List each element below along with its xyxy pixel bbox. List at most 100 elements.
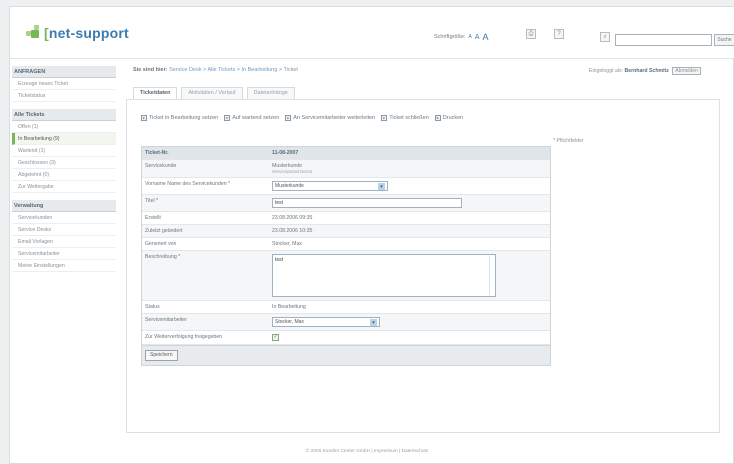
form-row: Titel * test (142, 195, 550, 212)
form-row: Zuletzt geändert 23.08.2006 10:35 (142, 225, 550, 238)
form-row: Servicemitarbeiter Stocker, Max ▼ (142, 314, 550, 331)
form-header-row: Ticket-Nr. 11-08-2007 (142, 147, 550, 160)
edit-icon: ▸ (141, 115, 147, 121)
chevron-down-icon: ▼ (370, 318, 377, 326)
title-label: Titel * (145, 198, 159, 204)
set-waiting-action[interactable]: ▸ Auf wartend setzen (224, 115, 279, 121)
form-row: Servicekunde Musterkunde Serviceportal D… (142, 160, 550, 178)
ticket-actions: ▸ Ticket in Bearbeitung setzen ▸ Auf war… (141, 115, 463, 121)
status-label: Status (145, 304, 160, 310)
tab-ticket-data[interactable]: Ticketdaten (133, 87, 178, 99)
description-label: Beschreibung * (145, 254, 181, 260)
sidebar-item-forward[interactable]: Zur Weitergabe (12, 181, 116, 193)
sidebar-group-all-tickets: Alle Tickets Offen (1) In Bearbeitung (9… (12, 109, 116, 193)
form-row: Status In Bearbeitung (142, 301, 550, 314)
sidebar-item-ticket-status[interactable]: Ticketstatus (12, 90, 116, 102)
sidebar-item-in-progress[interactable]: In Bearbeitung (9) (12, 133, 116, 145)
sidebar-heading: ANFRAGEN (12, 66, 116, 78)
logo-text: net-support (48, 24, 129, 41)
breadcrumb-path[interactable]: Service Desk > Alle Tickets > In Bearbei… (169, 67, 282, 73)
user-label: Eingeloggt als: (589, 68, 624, 74)
top-bar: [net-support Schriftgröße: A A A ⎙ ? ⌕ S… (10, 7, 734, 59)
sidebar-item-my-settings[interactable]: Meine Einstellungen (12, 260, 116, 272)
ticket-number-label: Ticket-Nr. (145, 150, 169, 156)
description-text: test (275, 257, 284, 263)
font-size-small-button[interactable]: A (468, 34, 471, 40)
unlock-label: Zur Weiterverfolgung freigegeben (145, 334, 223, 340)
print-icon: ▸ (434, 115, 441, 121)
sidebar-item-waiting[interactable]: Wartend (1) (12, 145, 116, 157)
print-icon[interactable]: ⎙ (526, 29, 536, 39)
ticket-form: Ticket-Nr. 11-08-2007 Servicekunde Muste… (141, 146, 551, 366)
sidebar-item-email-templates[interactable]: Email Vorlagen (12, 236, 116, 248)
required-fields-note: * Pflichtfelder (553, 138, 584, 144)
customer-name-selected: Musterkunde (275, 183, 304, 189)
search-input[interactable] (615, 34, 712, 46)
font-size-large-button[interactable]: A (483, 32, 489, 42)
sidebar-item-rejected[interactable]: Abgelehnt (0) (12, 169, 116, 181)
set-in-progress-action[interactable]: ▸ Ticket in Bearbeitung setzen (141, 115, 218, 121)
service-employee-selected: Stocker, Max (275, 319, 304, 325)
font-size-medium-button[interactable]: A (475, 34, 480, 41)
created-label: Erstellt (145, 215, 161, 221)
tab-activities[interactable]: Aktivitäten / Verlauf (181, 87, 243, 99)
set-in-progress-label: Ticket in Bearbeitung setzen (149, 115, 219, 121)
set-waiting-label: Auf wartend setzen (232, 115, 280, 121)
sidebar-heading[interactable]: Alle Tickets (12, 109, 116, 121)
service-customer-subvalue: Serviceportal Demo (272, 169, 313, 174)
last-changed-label: Zuletzt geändert (145, 228, 183, 234)
last-changed-value: 23.08.2006 10:35 (272, 228, 313, 234)
search-button[interactable]: Suche (714, 34, 734, 46)
tab-attachments[interactable]: Dateianhänge (246, 87, 295, 99)
service-customer-label: Servicekunde (145, 163, 177, 169)
created-value: 23.08.2006 09:35 (272, 215, 313, 221)
form-row: Generiert von Stocker, Max (142, 238, 550, 251)
logout-button[interactable]: Abmelden (672, 67, 701, 75)
unlock-checkbox[interactable]: ✓ (272, 334, 279, 341)
sidebar-item-open[interactable]: Offen (1) (12, 121, 116, 133)
font-size-label: Schriftgröße: (434, 34, 466, 40)
ticket-number-value: 11-08-2007 (272, 150, 299, 156)
close-ticket-action[interactable]: ▸ Ticket schließen (381, 115, 429, 121)
close-icon: ▸ (381, 115, 388, 121)
tab-bar: Ticketdaten Aktivitäten / Verlauf Dateia… (133, 87, 295, 99)
help-icon[interactable]: ? (554, 29, 564, 39)
sidebar-heading: Verwaltung (12, 200, 116, 212)
textarea-scrollbar[interactable] (489, 256, 494, 295)
creator-label: Generiert von (145, 241, 177, 247)
search-icon: ⌕ (600, 32, 610, 42)
form-row: Zur Weiterverfolgung freigegeben ✓ (142, 331, 550, 345)
breadcrumb: Sie sind hier: Service Desk > Alle Ticke… (133, 67, 298, 73)
sidebar-group-requests: ANFRAGEN Erzeuge neues Ticket Ticketstat… (12, 66, 116, 102)
service-employee-select[interactable]: Stocker, Max ▼ (272, 317, 380, 327)
print-action[interactable]: ▸ Drucken (434, 115, 464, 121)
form-row: Erstellt 23.08.2006 09:35 (142, 212, 550, 225)
close-ticket-label: Ticket schließen (389, 115, 429, 121)
creator-value: Stocker, Max (272, 241, 302, 247)
form-row: Beschreibung * test (142, 251, 550, 301)
forward-label: An Servicemitarbeiter weiterleiten (293, 115, 376, 121)
description-textarea[interactable]: test (272, 254, 496, 297)
logo[interactable]: [net-support (25, 24, 129, 41)
form-row: Vorname Name des Servicekunden * Musterk… (142, 178, 550, 195)
forward-icon: ▸ (285, 115, 292, 121)
sidebar-item-service-desks[interactable]: Service Desks (12, 224, 116, 236)
sidebar-item-closed[interactable]: Geschlossen (3) (12, 157, 116, 169)
title-input[interactable]: test (272, 198, 462, 208)
sidebar: ANFRAGEN Erzeuge neues Ticket Ticketstat… (12, 66, 116, 279)
form-footer: Speichern (142, 345, 550, 365)
save-button[interactable]: Speichern (145, 350, 178, 361)
print-label: Drucken (442, 115, 464, 121)
sidebar-item-new-ticket[interactable]: Erzeuge neues Ticket (12, 78, 116, 90)
sidebar-item-service-customers[interactable]: Servicekunden (12, 212, 116, 224)
sidebar-item-service-employees[interactable]: Servicemitarbeiter (12, 248, 116, 260)
pause-icon: ▸ (224, 115, 231, 121)
customer-name-select[interactable]: Musterkunde ▼ (272, 181, 388, 191)
breadcrumb-prefix: Sie sind hier: (133, 67, 168, 73)
forward-action[interactable]: ▸ An Servicemitarbeiter weiterleiten (285, 115, 375, 121)
font-size-controls: Schriftgröße: A A A (434, 32, 489, 42)
user-info: Eingeloggt als: Bernhard Schmitz Abmelde… (589, 67, 701, 75)
service-employee-label: Servicemitarbeiter (145, 317, 187, 323)
customer-name-label: Vorname Name des Servicekunden * (145, 181, 231, 187)
page-footer: © 2006 Kunden Center GmbH | Impressum | … (305, 449, 429, 454)
